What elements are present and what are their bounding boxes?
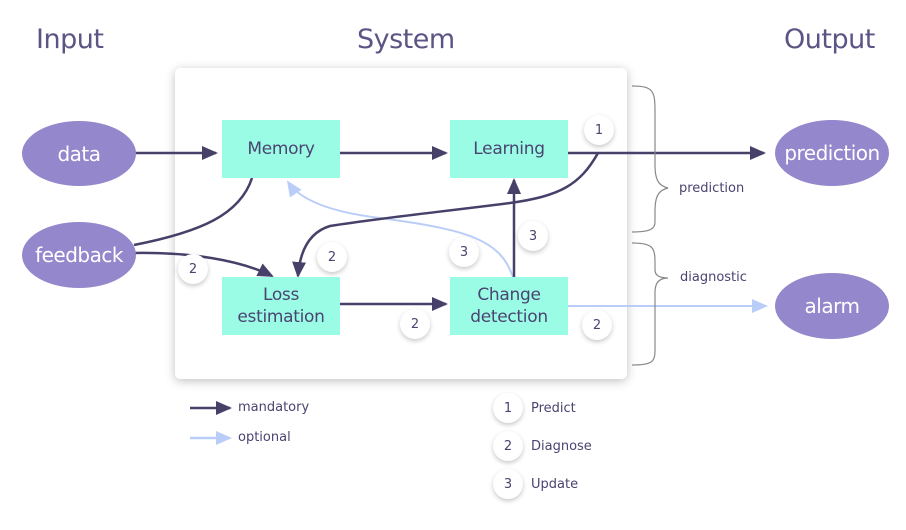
legend-step-2-label: Diagnose xyxy=(531,439,592,454)
legend-step-3-label: Update xyxy=(531,477,579,492)
brace-label-prediction: prediction xyxy=(679,181,745,196)
step-badge-change-learning: 3 xyxy=(518,221,548,251)
edge-memory-feedback xyxy=(133,177,254,247)
output-alarm: alarm xyxy=(775,273,889,339)
component-change-label-line1: Change xyxy=(477,285,541,305)
step-badge-change-alarm: 2 xyxy=(582,310,612,340)
component-learning: Learning xyxy=(450,120,568,178)
legend-step-1-badge: 1 xyxy=(493,393,523,423)
component-memory-label: Memory xyxy=(247,139,315,159)
brace-diagnostic xyxy=(631,242,669,366)
legend-step-1-label: Predict xyxy=(531,401,576,416)
legend-step-3-badge: 3 xyxy=(493,469,523,499)
component-memory: Memory xyxy=(222,120,340,178)
output-prediction: prediction xyxy=(775,120,889,186)
brace-prediction xyxy=(631,85,669,233)
component-change-label-line2: detection xyxy=(470,307,548,327)
input-data: data xyxy=(22,121,136,186)
legend-step-2-badge: 2 xyxy=(493,431,523,461)
step-badge-change-memory: 3 xyxy=(449,237,479,267)
step-badge-learning-output: 1 xyxy=(584,115,614,145)
brace-label-diagnostic: diagnostic xyxy=(680,270,747,285)
component-change-detection: Change detection xyxy=(450,277,568,335)
component-loss-label-line1: Loss xyxy=(262,285,300,305)
step-badge-feedback-loss: 2 xyxy=(178,254,208,284)
legend-mandatory-label: mandatory xyxy=(238,400,310,415)
component-loss-estimation: Loss estimation xyxy=(222,277,340,335)
component-loss-label-line2: estimation xyxy=(237,307,325,327)
input-feedback: feedback xyxy=(22,222,136,288)
step-badge-loss-change: 2 xyxy=(400,309,430,339)
connections xyxy=(133,85,768,445)
step-badge-learning-loss: 2 xyxy=(317,242,347,272)
legend-optional-label: optional xyxy=(238,430,291,445)
component-learning-label: Learning xyxy=(473,139,545,159)
